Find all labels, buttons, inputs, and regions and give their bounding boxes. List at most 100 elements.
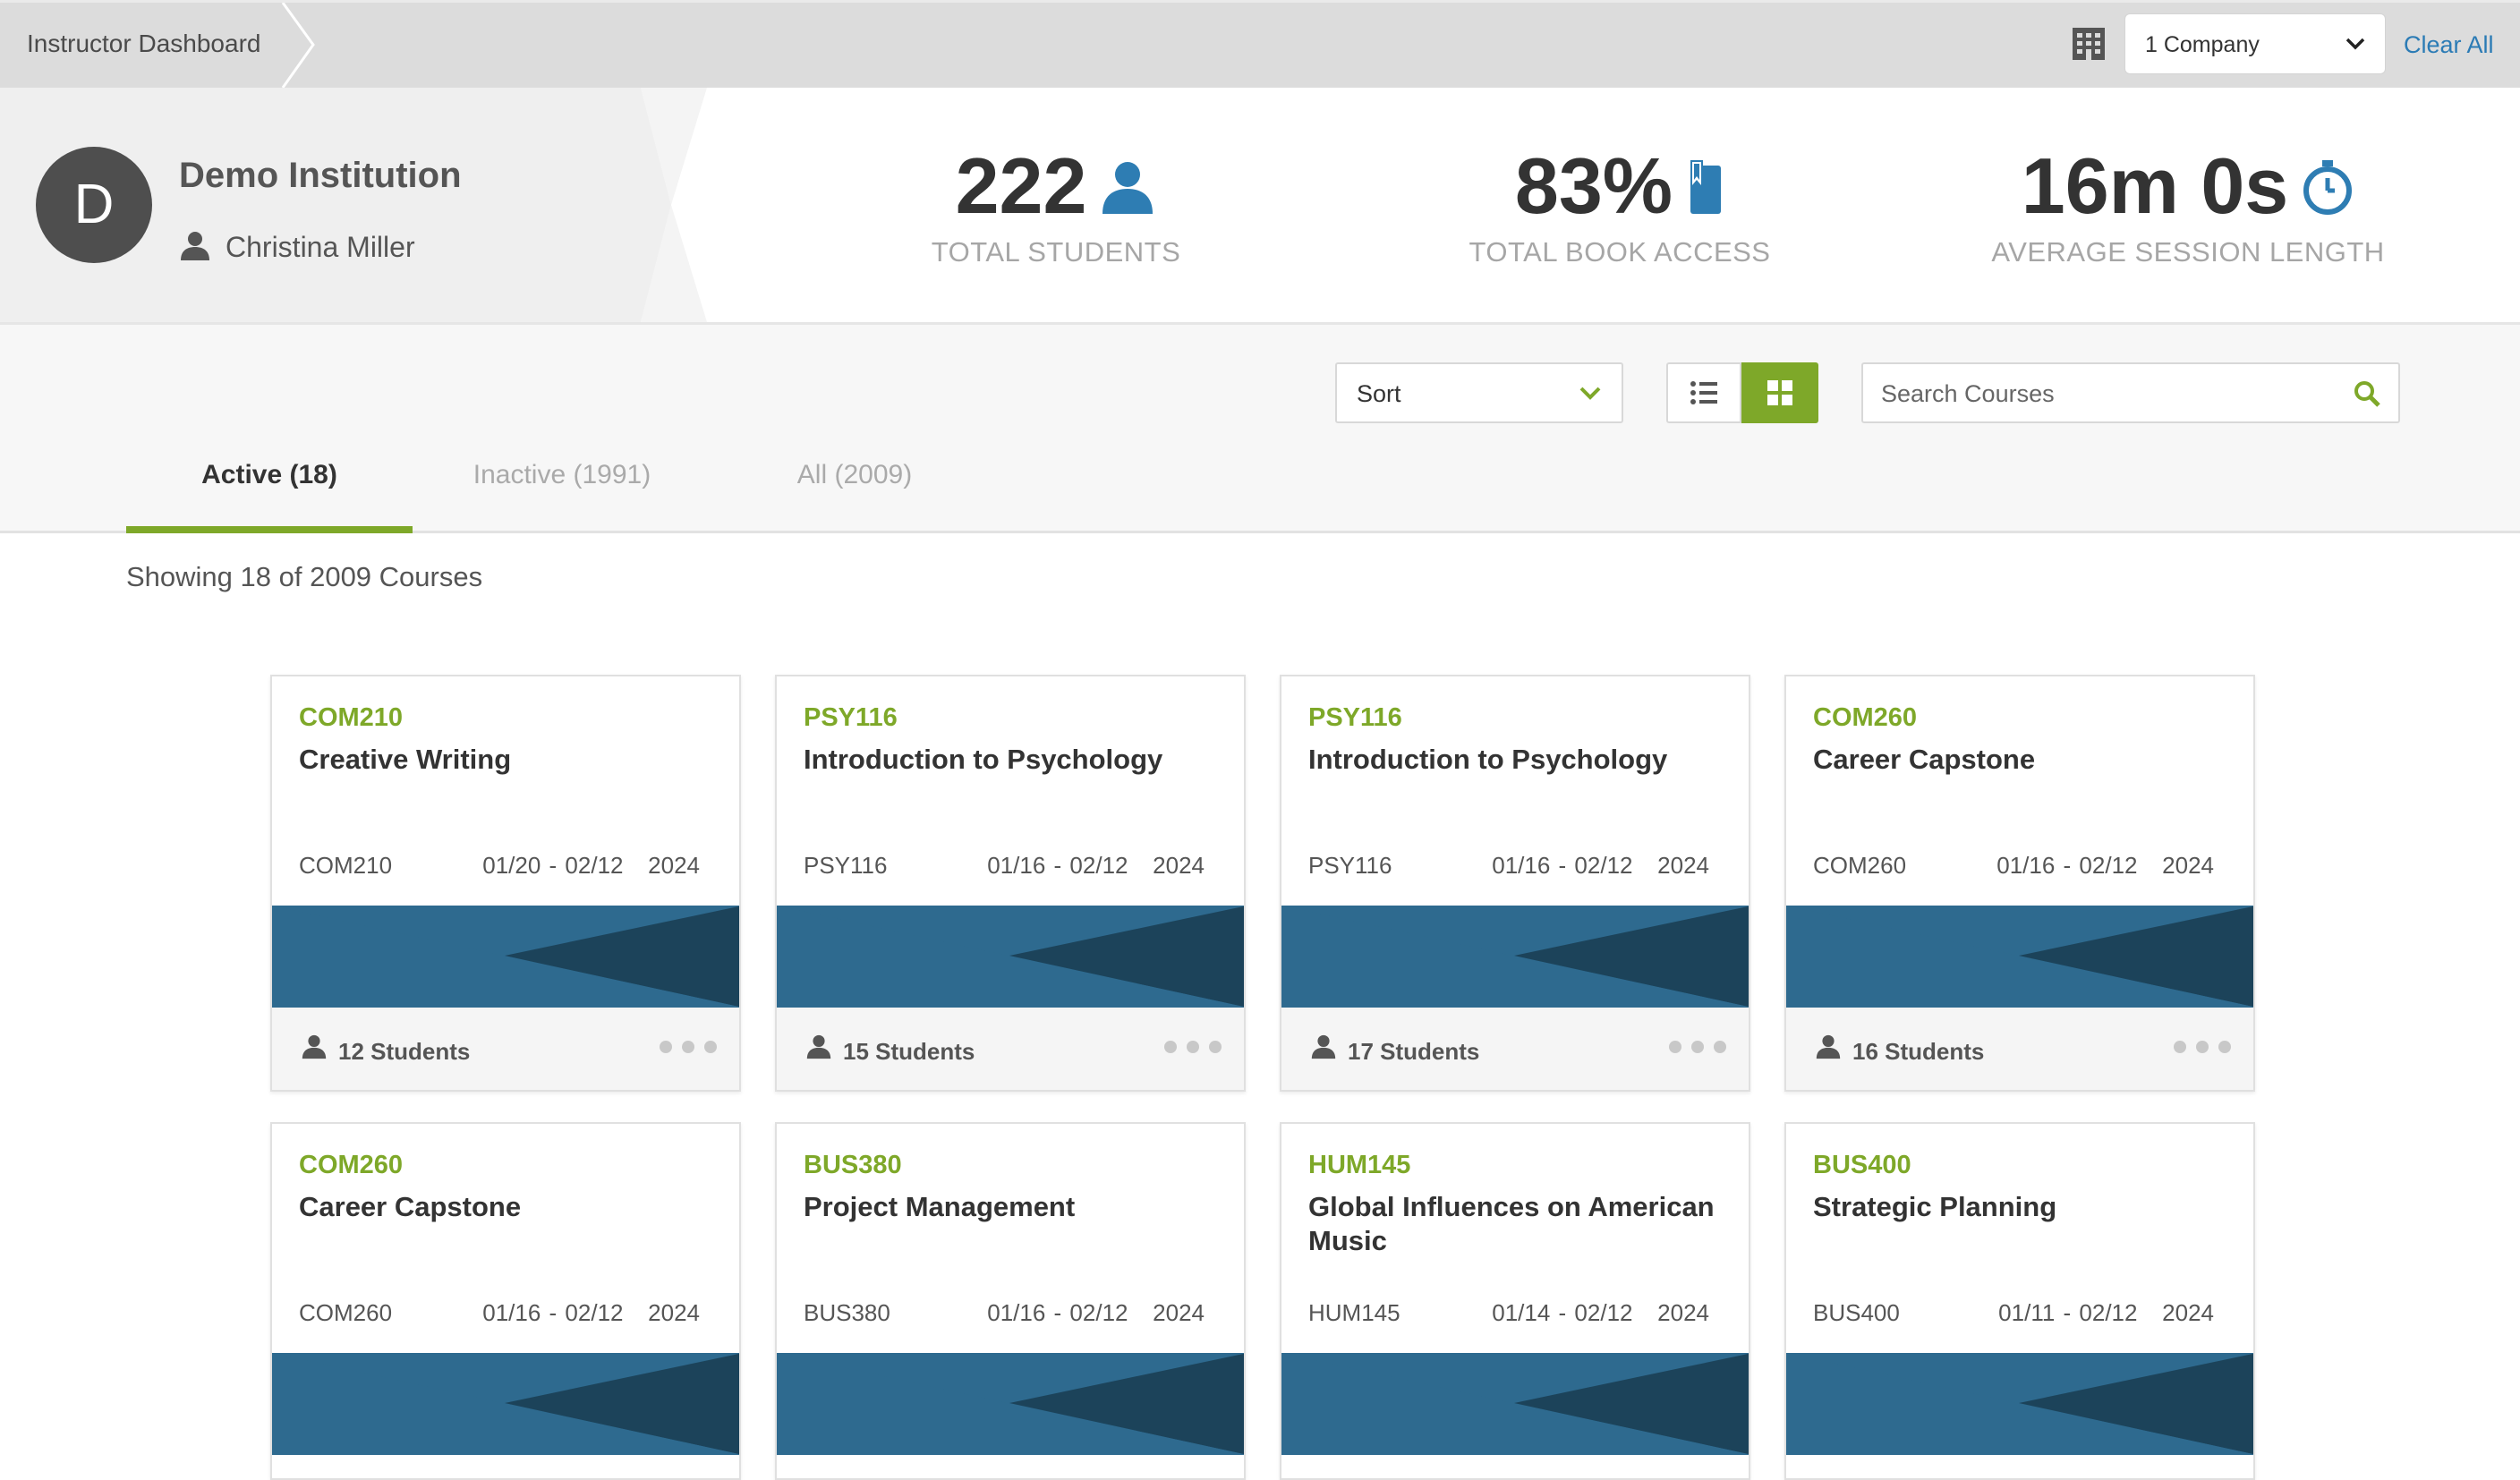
course-section: COM260 (299, 1299, 393, 1326)
stat-label: TOTAL BOOK ACCESS (1469, 236, 1771, 268)
course-banner (777, 906, 1244, 1008)
user-icon (806, 1034, 831, 1059)
course-dates: 01/20 - 02/12 2024 (482, 852, 700, 880)
course-year: 2024 (2162, 852, 2214, 879)
course-code: PSY116 (804, 703, 898, 732)
course-dates: 01/11 - 02/12 2024 (1998, 1299, 2214, 1327)
course-card[interactable]: COM260 Career Capstone COM260 01/16 - 02… (1784, 675, 2255, 1092)
course-year: 2024 (2162, 1299, 2214, 1326)
course-title: Strategic Planning (1813, 1191, 2057, 1222)
date-range: 01/11 - 02/12 (1998, 1299, 2138, 1326)
stopwatch-icon (2303, 159, 2353, 215)
course-year: 2024 (1657, 852, 1709, 879)
stat-label: AVERAGE SESSION LENGTH (1991, 236, 2385, 268)
company-select[interactable]: 1 Company (2124, 13, 2386, 74)
date-range: 01/16 - 02/12 (987, 1299, 1128, 1326)
list-view-button[interactable] (1666, 362, 1741, 423)
course-banner (272, 906, 739, 1008)
course-code: COM210 (299, 703, 404, 732)
sort-select[interactable]: Sort (1335, 362, 1623, 423)
building-icon (2073, 28, 2105, 60)
student-count: 15 Students (843, 1038, 975, 1065)
date-range: 01/20 - 02/12 (482, 852, 624, 879)
more-options-icon[interactable] (1668, 1040, 1727, 1054)
course-card[interactable]: BUS380 Project Management BUS380 01/16 -… (775, 1122, 1246, 1480)
breadcrumb-item[interactable]: Instructor Dashboard (27, 30, 260, 58)
search-courses (1861, 362, 2400, 423)
course-code: PSY116 (1308, 703, 1402, 732)
grid-icon (1767, 380, 1792, 405)
course-title: Introduction to Psychology (1308, 744, 1668, 775)
grid-view-button[interactable] (1741, 362, 1818, 423)
course-section: PSY116 (804, 852, 888, 879)
course-section: BUS400 (1813, 1299, 1900, 1326)
course-card[interactable]: PSY116 Introduction to Psychology PSY116… (1280, 675, 1750, 1092)
stat-label: TOTAL STUDENTS (931, 236, 1181, 268)
student-count: 17 Students (1348, 1038, 1480, 1065)
course-title: Career Capstone (299, 1191, 522, 1222)
search-input[interactable] (1881, 377, 2328, 411)
tab-all[interactable]: All (2009) (734, 460, 975, 532)
course-code: COM260 (299, 1151, 404, 1179)
course-card[interactable]: COM210 Creative Writing COM210 01/20 - 0… (270, 675, 741, 1092)
course-card[interactable]: PSY116 Introduction to Psychology PSY116… (775, 675, 1246, 1092)
course-dates: 01/16 - 02/12 2024 (1996, 852, 2214, 880)
date-range: 01/16 - 02/12 (1492, 852, 1633, 879)
list-icon (1690, 381, 1717, 404)
course-year: 2024 (648, 1299, 700, 1326)
user-icon (1102, 161, 1154, 214)
tab-inactive[interactable]: Inactive (1991) (428, 460, 696, 532)
course-dates: 01/16 - 02/12 2024 (482, 1299, 700, 1327)
user-icon (1311, 1034, 1336, 1059)
course-dates: 01/14 - 02/12 2024 (1492, 1299, 1709, 1327)
search-icon[interactable] (2354, 380, 2380, 407)
course-banner (1281, 1353, 1749, 1455)
stat-value: 83% (1514, 141, 1673, 230)
chevron-down-icon (2345, 38, 2365, 50)
results-count: Showing 18 of 2009 Courses (126, 561, 483, 592)
date-range: 01/14 - 02/12 (1492, 1299, 1633, 1326)
date-range: 01/16 - 02/12 (482, 1299, 624, 1326)
book-icon (1690, 159, 1722, 214)
user-name: Christina Miller (226, 231, 415, 263)
course-title: Global Influences on American Music (1308, 1191, 1715, 1256)
user-icon (302, 1034, 327, 1059)
course-dates: 01/16 - 02/12 2024 (1492, 852, 1709, 880)
date-range: 01/16 - 02/12 (987, 852, 1128, 879)
course-code: BUS400 (1813, 1151, 1911, 1179)
course-card[interactable]: HUM145 Global Influences on American Mus… (1280, 1122, 1750, 1480)
stat-total-book-access: 83% TOTAL BOOK ACCESS (1468, 147, 1772, 268)
chevron-down-icon (1579, 387, 1601, 400)
tab-active[interactable]: Active (18) (126, 460, 413, 533)
course-year: 2024 (1657, 1299, 1709, 1326)
course-title: Creative Writing (299, 744, 512, 775)
tab-label: Inactive (1991) (472, 460, 651, 489)
course-code: HUM145 (1308, 1151, 1411, 1179)
course-year: 2024 (1153, 852, 1205, 879)
course-title: Introduction to Psychology (804, 744, 1163, 775)
course-banner (1786, 906, 2253, 1008)
course-section: COM210 (299, 852, 393, 879)
course-banner (777, 1353, 1244, 1455)
more-options-icon[interactable] (2173, 1040, 2232, 1054)
course-code: BUS380 (804, 1151, 902, 1179)
course-section: BUS380 (804, 1299, 890, 1326)
institution-name: Demo Institution (179, 156, 462, 195)
company-select-value: 1 Company (2145, 32, 2260, 57)
user-icon (181, 232, 209, 260)
course-banner (272, 1353, 739, 1455)
more-options-icon[interactable] (659, 1040, 718, 1054)
card-footer: 16 Students (1786, 1008, 2253, 1090)
course-card[interactable]: BUS400 Strategic Planning BUS400 01/11 -… (1784, 1122, 2255, 1480)
course-year: 2024 (648, 852, 700, 879)
clear-all-link[interactable]: Clear All (2404, 31, 2494, 59)
course-year: 2024 (1153, 1299, 1205, 1326)
tab-label: All (2009) (796, 460, 913, 489)
course-card[interactable]: COM260 Career Capstone COM260 01/16 - 02… (270, 1122, 741, 1480)
more-options-icon[interactable] (1163, 1040, 1222, 1054)
course-dates: 01/16 - 02/12 2024 (987, 1299, 1205, 1327)
stat-total-students: 222 TOTAL STUDENTS (895, 147, 1217, 268)
stat-value: 16m 0s (2021, 141, 2289, 230)
course-section: PSY116 (1308, 852, 1392, 879)
course-title: Career Capstone (1813, 744, 2036, 775)
